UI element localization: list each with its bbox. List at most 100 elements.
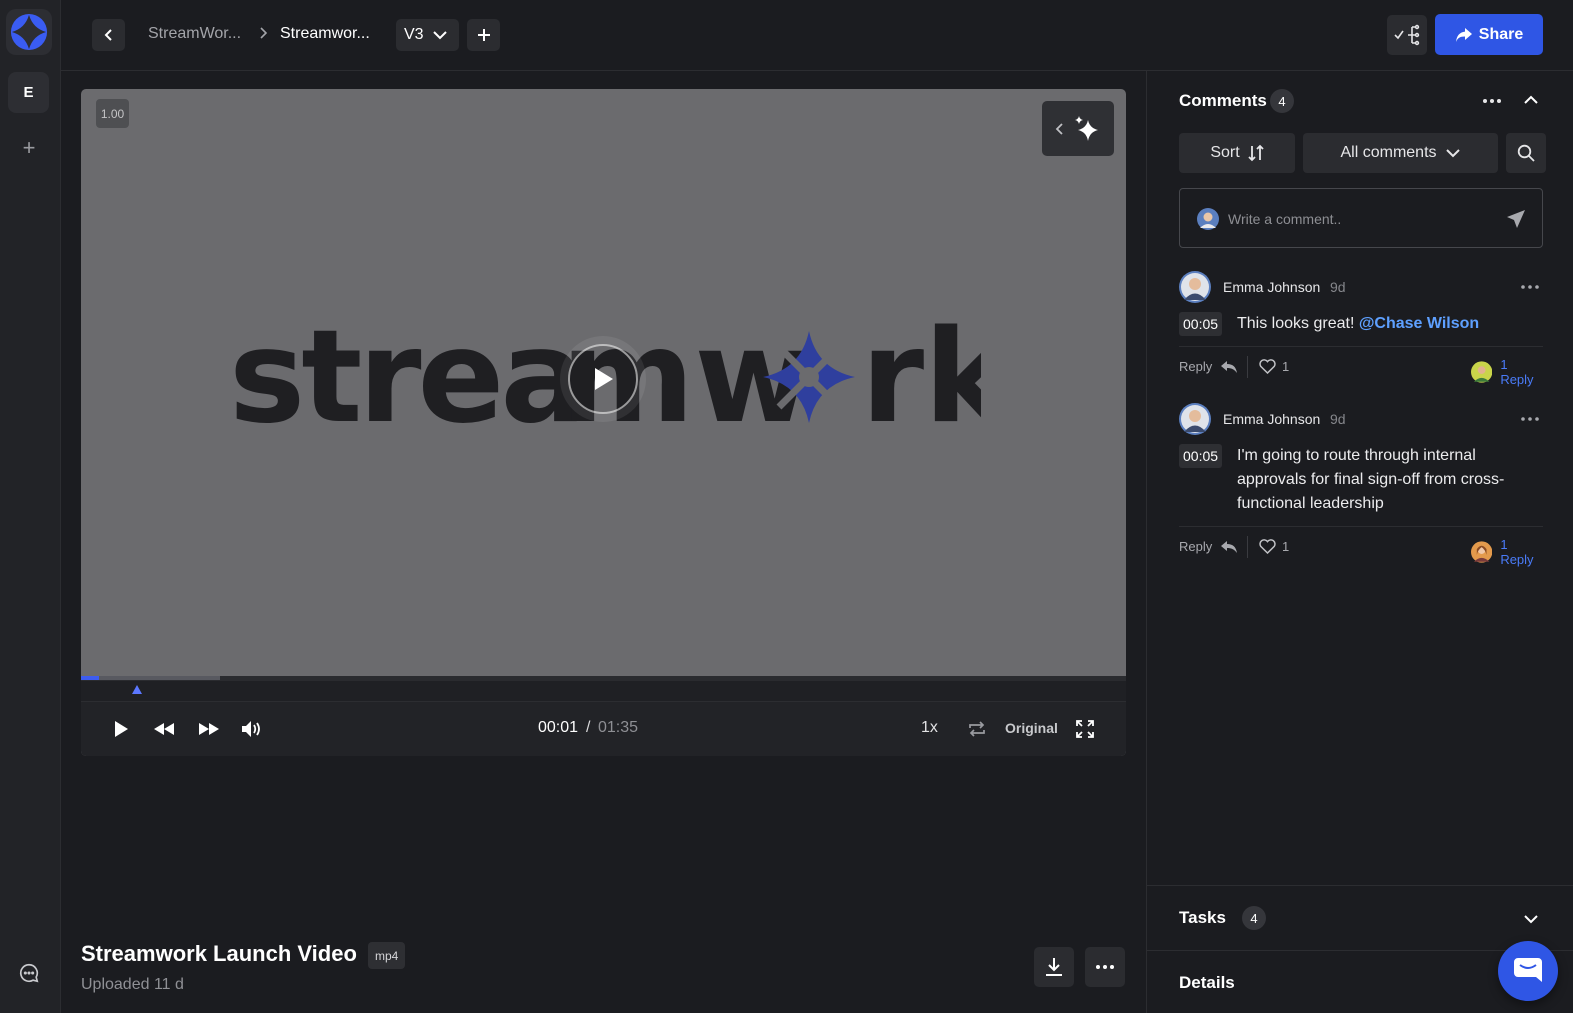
replier-avatar <box>1471 541 1493 563</box>
fullscreen-icon <box>1076 720 1094 738</box>
zoom-level: 1.00 <box>96 99 129 128</box>
share-button[interactable]: Share <box>1435 14 1543 55</box>
share-arrow-icon <box>1455 27 1472 42</box>
comment-more-button[interactable] <box>1519 279 1541 295</box>
playback-speed[interactable]: 1x <box>921 719 938 737</box>
like-button[interactable]: 1 <box>1259 359 1289 374</box>
support-chat-button[interactable] <box>1498 941 1558 1001</box>
heart-icon <box>1259 359 1276 374</box>
workflow-button[interactable] <box>1387 15 1427 55</box>
svg-text:strea: strea <box>229 321 583 431</box>
more-horizontal-icon <box>1521 417 1539 421</box>
sort-button[interactable]: Sort <box>1179 133 1295 173</box>
comment-marker[interactable] <box>132 685 142 694</box>
rewind-button[interactable] <box>152 717 176 741</box>
fast-forward-button[interactable] <box>197 717 221 741</box>
chevron-up-icon <box>1524 95 1538 104</box>
video-more-button[interactable] <box>1085 947 1125 987</box>
comment-more-button[interactable] <box>1519 411 1541 427</box>
ai-assistant-button[interactable] <box>1042 101 1114 156</box>
author-avatar[interactable] <box>1179 403 1211 435</box>
replies-link[interactable]: 1 Reply <box>1471 537 1543 567</box>
loop-button[interactable] <box>965 717 989 741</box>
replies-count: 1 Reply <box>1500 537 1534 567</box>
breadcrumb-parent[interactable]: StreamWor... <box>148 25 241 43</box>
download-button[interactable] <box>1034 947 1074 987</box>
more-horizontal-icon <box>1096 965 1114 969</box>
reply-arrow-icon <box>1221 540 1238 553</box>
comment-body: This looks great! @Chase Wilson <box>1237 312 1537 336</box>
fullscreen-button[interactable] <box>1073 717 1097 741</box>
format-badge: mp4 <box>368 942 406 969</box>
volume-button[interactable] <box>240 717 264 741</box>
comment-timestamp[interactable]: 00:05 <box>1179 444 1223 468</box>
chat-bubble-icon <box>1514 958 1542 982</box>
version-selector[interactable]: V3 <box>396 19 459 51</box>
heart-icon <box>1259 539 1276 554</box>
breadcrumb-current[interactable]: Streamwor... <box>280 25 370 43</box>
chat-icon[interactable] <box>16 960 42 986</box>
send-comment-button[interactable] <box>1504 207 1528 231</box>
more-horizontal-icon <box>1521 285 1539 289</box>
comment-composer <box>1179 188 1543 248</box>
left-rail: E + <box>0 0 61 1013</box>
play-icon <box>115 721 128 737</box>
back-button[interactable] <box>92 19 125 51</box>
comment-author[interactable]: Emma Johnson <box>1223 279 1320 295</box>
comments-panel: Comments 4 Sort All comments Emma Johnso… <box>1146 71 1573 1013</box>
workspace-avatar[interactable]: E <box>8 72 49 113</box>
action-divider <box>1247 536 1248 558</box>
reply-button[interactable]: Reply <box>1179 539 1238 554</box>
comment-divider <box>1179 346 1543 347</box>
volume-icon <box>242 721 260 737</box>
replies-link[interactable]: 1 Reply <box>1471 357 1543 387</box>
replies-count: 1 Reply <box>1500 357 1534 387</box>
video-player[interactable]: 1.00 strea mw rk 00:01 / 01:35 1x Origin… <box>81 89 1126 756</box>
comment-item: Emma Johnson 9d 00:05 I'm going to route… <box>1179 403 1543 567</box>
like-button[interactable]: 1 <box>1259 539 1289 554</box>
comment-body: I'm going to route through internal appr… <box>1237 444 1537 516</box>
author-avatar[interactable] <box>1179 271 1211 303</box>
comment-text: This looks great! <box>1237 315 1359 332</box>
top-bar: StreamWor... Streamwor... V3 Share <box>61 0 1573 71</box>
filter-label: All comments <box>1340 144 1437 161</box>
reply-arrow-icon <box>1221 360 1238 373</box>
comments-more-button[interactable] <box>1480 91 1504 111</box>
sort-label: Sort <box>1210 144 1240 161</box>
time-separator: / <box>586 719 591 736</box>
reply-button[interactable]: Reply <box>1179 359 1238 374</box>
play-button[interactable] <box>109 717 133 741</box>
play-icon <box>595 368 613 390</box>
plus-icon <box>477 29 490 41</box>
streamwork-logo-icon <box>10 13 48 51</box>
app-logo[interactable] <box>6 9 52 55</box>
chevron-down-icon <box>432 31 447 40</box>
comment-filter-dropdown[interactable]: All comments <box>1303 133 1498 173</box>
comments-count-badge: 4 <box>1270 89 1294 113</box>
details-heading: Details <box>1179 973 1235 992</box>
action-divider <box>1247 356 1248 378</box>
comment-input[interactable] <box>1228 207 1498 231</box>
comment-timestamp[interactable]: 00:05 <box>1179 312 1223 336</box>
center-play-button[interactable] <box>568 344 638 414</box>
reply-label: Reply <box>1179 539 1213 554</box>
comments-collapse-button[interactable] <box>1519 89 1543 111</box>
fast-forward-icon <box>199 723 219 735</box>
upload-date: Uploaded 11 d <box>81 976 184 993</box>
duration: 01:35 <box>598 719 639 736</box>
tasks-section[interactable]: Tasks 4 <box>1147 885 1573 950</box>
comment-search-button[interactable] <box>1506 133 1546 173</box>
comment-divider <box>1179 526 1543 527</box>
download-icon <box>1046 958 1062 976</box>
current-time: 00:01 <box>538 719 579 736</box>
comment-author[interactable]: Emma Johnson <box>1223 411 1320 427</box>
comment-mention[interactable]: @Chase Wilson <box>1359 315 1479 332</box>
like-count: 1 <box>1282 359 1290 374</box>
tasks-expand-button[interactable] <box>1519 908 1543 930</box>
add-workspace-icon[interactable]: + <box>17 135 41 160</box>
rewind-icon <box>154 723 174 735</box>
quality-selector[interactable]: Original <box>1005 720 1058 736</box>
add-version-button[interactable] <box>467 19 500 51</box>
tasks-heading: Tasks <box>1179 908 1226 927</box>
more-horizontal-icon <box>1483 99 1501 103</box>
